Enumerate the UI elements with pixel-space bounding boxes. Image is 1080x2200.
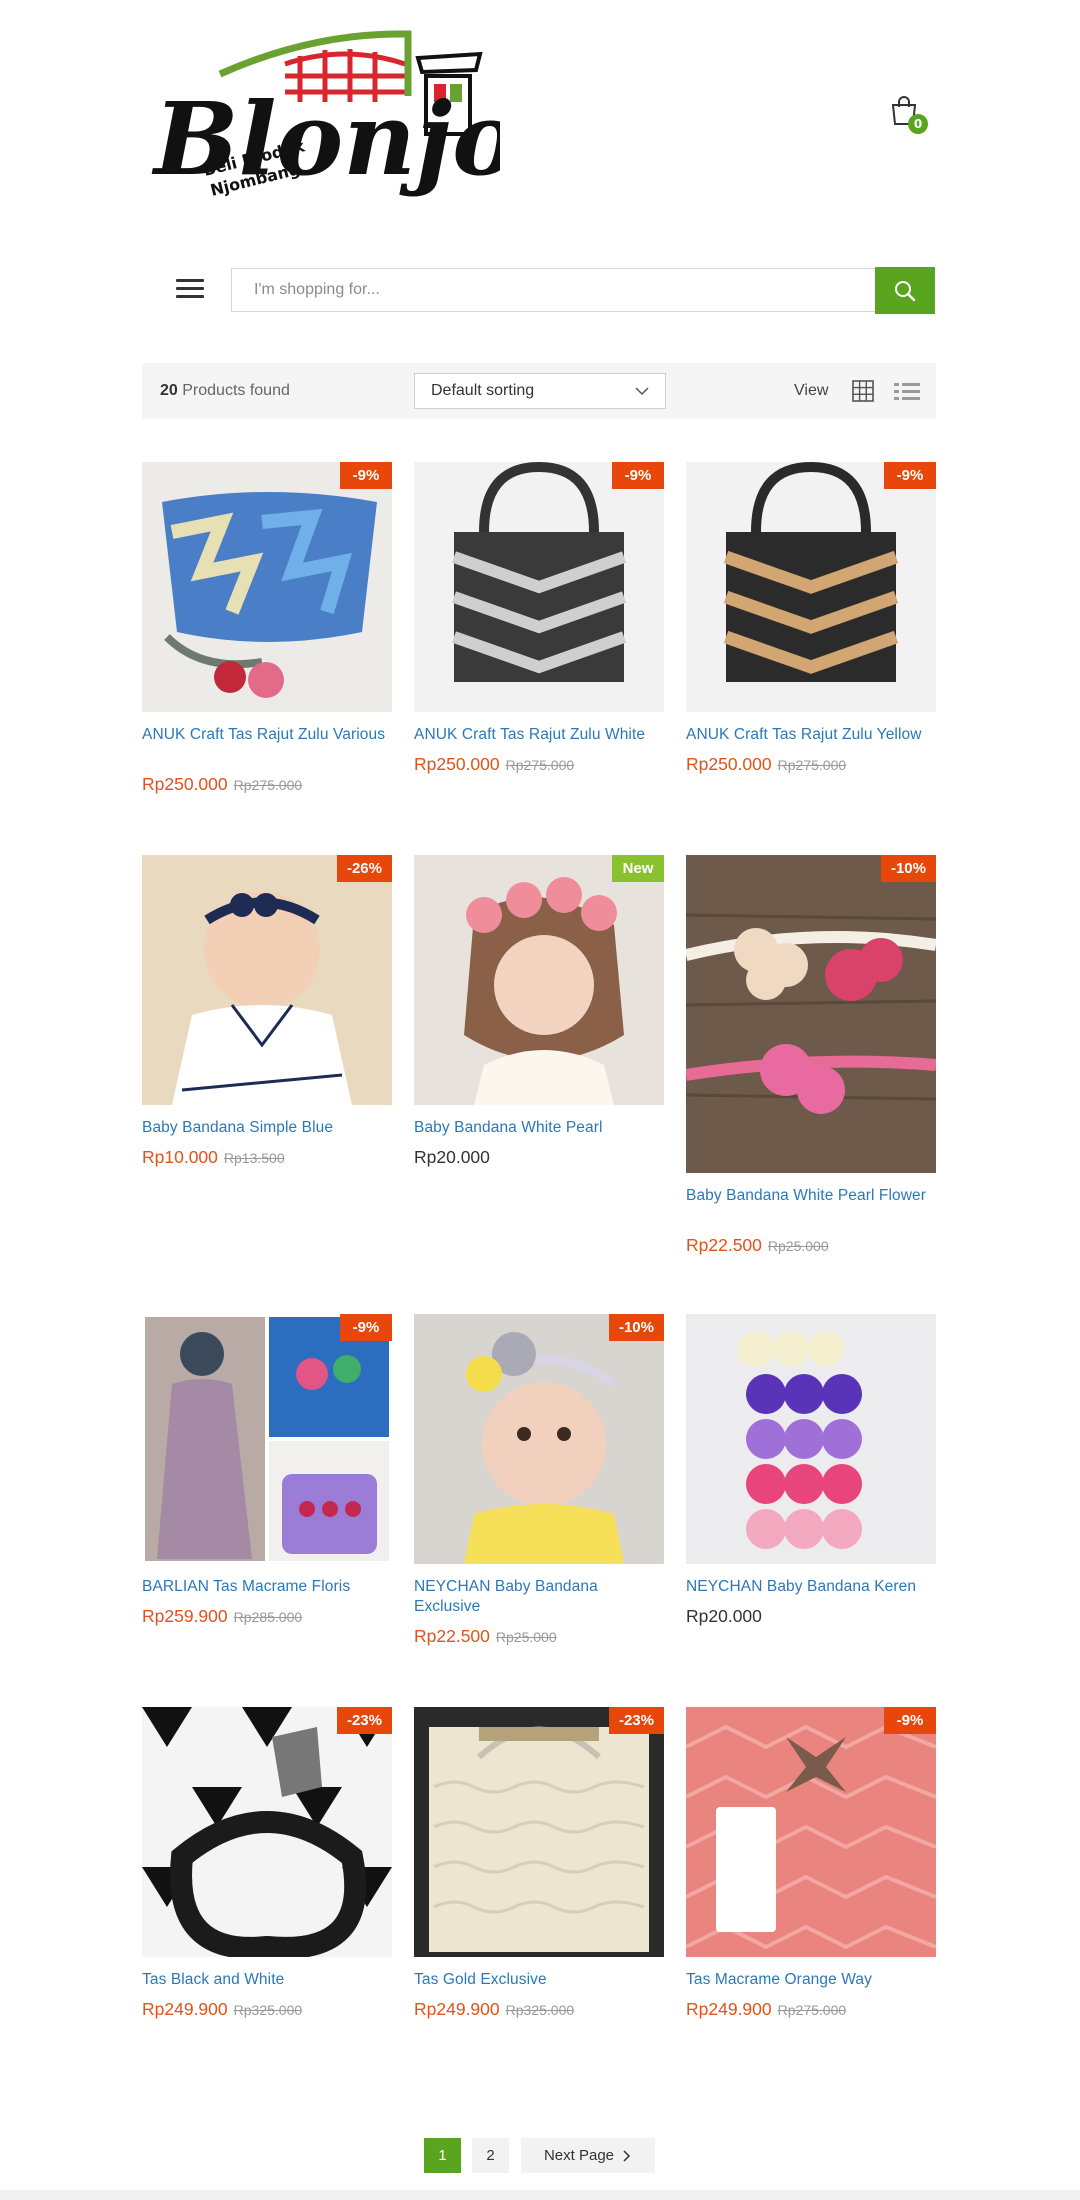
product-image[interactable]: -23% — [142, 1707, 392, 1957]
product-price: Rp250.000 Rp275.000 — [414, 754, 574, 775]
new-badge: New — [612, 855, 664, 882]
product-name[interactable]: ANUK Craft Tas Rajut Zulu Yellow — [686, 725, 936, 745]
discount-badge: -26% — [336, 855, 392, 882]
cart-count-badge: 0 — [908, 114, 928, 134]
current-price: Rp250.000 — [686, 754, 772, 774]
old-price: Rp325.000 — [233, 2002, 303, 2018]
product-image[interactable]: -23% — [414, 1707, 664, 1957]
view-label: View — [794, 382, 829, 399]
product-price: Rp259.900 Rp285.000 — [142, 1606, 302, 1627]
next-page-label: Next Page — [543, 2147, 615, 2164]
product-name[interactable]: Baby Bandana White Pearl — [414, 1118, 664, 1138]
current-price: Rp249.900 — [686, 1999, 772, 2019]
search-button[interactable] — [875, 267, 935, 314]
product-price: Rp250.000 Rp275.000 — [686, 754, 846, 775]
product-price: Rp10.000 Rp13.500 — [142, 1147, 285, 1168]
product-price: Rp22.500 Rp25.000 — [686, 1235, 829, 1256]
cart-button[interactable]: 0 — [890, 96, 930, 136]
old-price: Rp275.000 — [233, 777, 303, 793]
next-page-button[interactable]: Next Page — [521, 2138, 655, 2173]
product-price: Rp249.900 Rp325.000 — [414, 1999, 574, 2020]
products-found: 20 Products found — [160, 382, 290, 400]
current-price: Rp10.000 — [142, 1147, 218, 1167]
current-price: Rp22.500 — [414, 1626, 490, 1646]
products-found-label: Products found — [182, 382, 290, 399]
shop-toolbar: 20 Products found Default sorting View — [142, 363, 936, 419]
product-price: Rp20.000 — [686, 1606, 762, 1627]
search-input[interactable] — [231, 268, 875, 312]
old-price: Rp275.000 — [505, 757, 575, 773]
product-name[interactable]: NEYCHAN Baby Bandana Keren — [686, 1577, 936, 1597]
product-name[interactable]: Tas Macrame Orange Way — [686, 1970, 936, 1990]
discount-badge: -9% — [612, 462, 664, 489]
sort-value: Default sorting — [431, 382, 535, 399]
product-name[interactable]: Tas Gold Exclusive — [414, 1970, 664, 1990]
product-image[interactable]: -9% — [142, 1314, 392, 1564]
logo-text: Blonjo online — [151, 80, 500, 198]
old-price: Rp13.500 — [223, 1150, 285, 1166]
product-name[interactable]: BARLIAN Tas Macrame Floris — [142, 1577, 392, 1597]
chevron-right-icon — [623, 2149, 631, 2162]
product-image[interactable] — [686, 1314, 936, 1564]
current-price: Rp20.000 — [686, 1606, 762, 1626]
product-name[interactable]: NEYCHAN Baby Bandana Exclusive — [414, 1577, 664, 1617]
old-price: Rp275.000 — [777, 2002, 847, 2018]
discount-badge: -23% — [336, 1707, 392, 1734]
product-price: Rp20.000 — [414, 1147, 490, 1168]
product-name[interactable]: Tas Black and White — [142, 1970, 392, 1990]
current-price: Rp250.000 — [414, 754, 500, 774]
product-price: Rp249.900 Rp275.000 — [686, 1999, 846, 2020]
page-1-button[interactable]: 1 — [424, 2138, 461, 2173]
old-price: Rp325.000 — [505, 2002, 575, 2018]
old-price: Rp25.000 — [495, 1629, 557, 1645]
current-price: Rp249.900 — [414, 1999, 500, 2019]
products-count: 20 — [160, 382, 178, 399]
hamburger-menu-icon[interactable] — [172, 270, 208, 306]
grid-view-icon[interactable] — [852, 380, 874, 402]
product-image[interactable]: -9% — [686, 1707, 936, 1957]
product-name[interactable]: Baby Bandana White Pearl Flower — [686, 1186, 936, 1206]
discount-badge: -9% — [340, 1314, 392, 1341]
old-price: Rp275.000 — [777, 757, 847, 773]
discount-badge: -23% — [608, 1707, 664, 1734]
product-name[interactable]: ANUK Craft Tas Rajut Zulu Various — [142, 725, 392, 745]
product-price: Rp249.900 Rp325.000 — [142, 1999, 302, 2020]
list-view-icon[interactable] — [894, 380, 920, 402]
product-image[interactable]: -26% — [142, 855, 392, 1105]
current-price: Rp250.000 — [142, 774, 228, 794]
discount-badge: -9% — [884, 462, 936, 489]
discount-badge: -10% — [608, 1314, 664, 1341]
product-image[interactable]: -9% — [414, 462, 664, 712]
product-price: Rp22.500 Rp25.000 — [414, 1626, 557, 1647]
page-2-button[interactable]: 2 — [472, 2138, 509, 2173]
product-name[interactable]: ANUK Craft Tas Rajut Zulu White — [414, 725, 664, 745]
discount-badge: -10% — [880, 855, 936, 882]
product-price: Rp250.000 Rp275.000 — [142, 774, 302, 795]
discount-badge: -9% — [884, 1707, 936, 1734]
old-price: Rp25.000 — [767, 1238, 829, 1254]
current-price: Rp259.900 — [142, 1606, 228, 1626]
product-image[interactable]: -10% — [686, 855, 936, 1173]
product-image[interactable]: New — [414, 855, 664, 1105]
product-name[interactable]: Baby Bandana Simple Blue — [142, 1118, 392, 1138]
site-logo[interactable]: Blonjo online Beli Produk Njombang — [150, 24, 905, 200]
current-price: Rp20.000 — [414, 1147, 490, 1167]
product-image[interactable]: -10% — [414, 1314, 664, 1564]
old-price: Rp285.000 — [233, 1609, 303, 1625]
product-image[interactable]: -9% — [686, 462, 936, 712]
product-image[interactable]: -9% — [142, 462, 392, 712]
discount-badge: -9% — [340, 462, 392, 489]
search-icon — [895, 280, 916, 301]
sort-select[interactable]: Default sorting — [414, 373, 666, 409]
chevron-down-icon — [635, 386, 649, 395]
current-price: Rp22.500 — [686, 1235, 762, 1255]
bottom-bar — [0, 2190, 1080, 2200]
current-price: Rp249.900 — [142, 1999, 228, 2019]
